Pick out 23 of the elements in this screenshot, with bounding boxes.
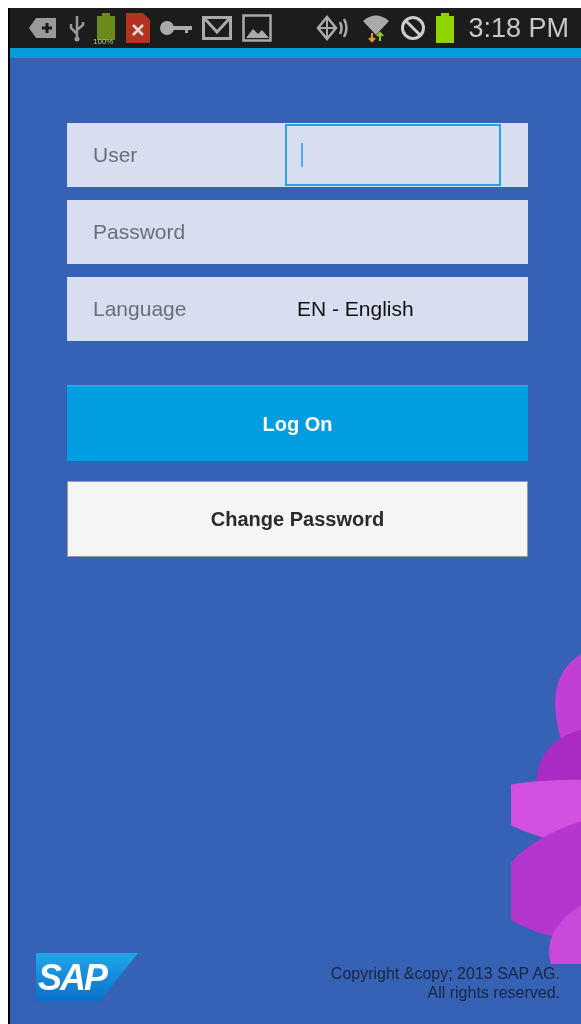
- form-field[interactable]: User: [67, 123, 528, 187]
- focused-text-input[interactable]: [285, 124, 501, 186]
- field-label: User: [93, 143, 139, 167]
- mail-icon: [202, 16, 232, 40]
- language-value[interactable]: EN - English: [297, 297, 414, 321]
- sap-logo: SAP: [36, 953, 138, 1002]
- text-cursor: [301, 143, 303, 167]
- copyright-text: Copyright &copy; 2013 SAP AG.: [330, 964, 560, 983]
- blocked-icon: [400, 15, 427, 41]
- clock-time: 3:18 PM: [468, 12, 569, 44]
- form-field[interactable]: Language EN - English: [67, 277, 528, 341]
- field-label: Password: [93, 220, 187, 244]
- file-error-icon: [126, 13, 150, 43]
- image-icon: [242, 14, 272, 42]
- form-field[interactable]: Password: [67, 200, 528, 264]
- usb-icon: [68, 14, 86, 42]
- change-password-button[interactable]: Change Password: [67, 481, 528, 557]
- add-tag-icon: [28, 16, 58, 40]
- wifi-icon: [362, 13, 391, 43]
- copyright-text: All rights reserved.: [427, 983, 560, 1002]
- field-label: Language: [93, 297, 188, 321]
- key-icon: [160, 20, 192, 36]
- battery-icon: [436, 13, 455, 43]
